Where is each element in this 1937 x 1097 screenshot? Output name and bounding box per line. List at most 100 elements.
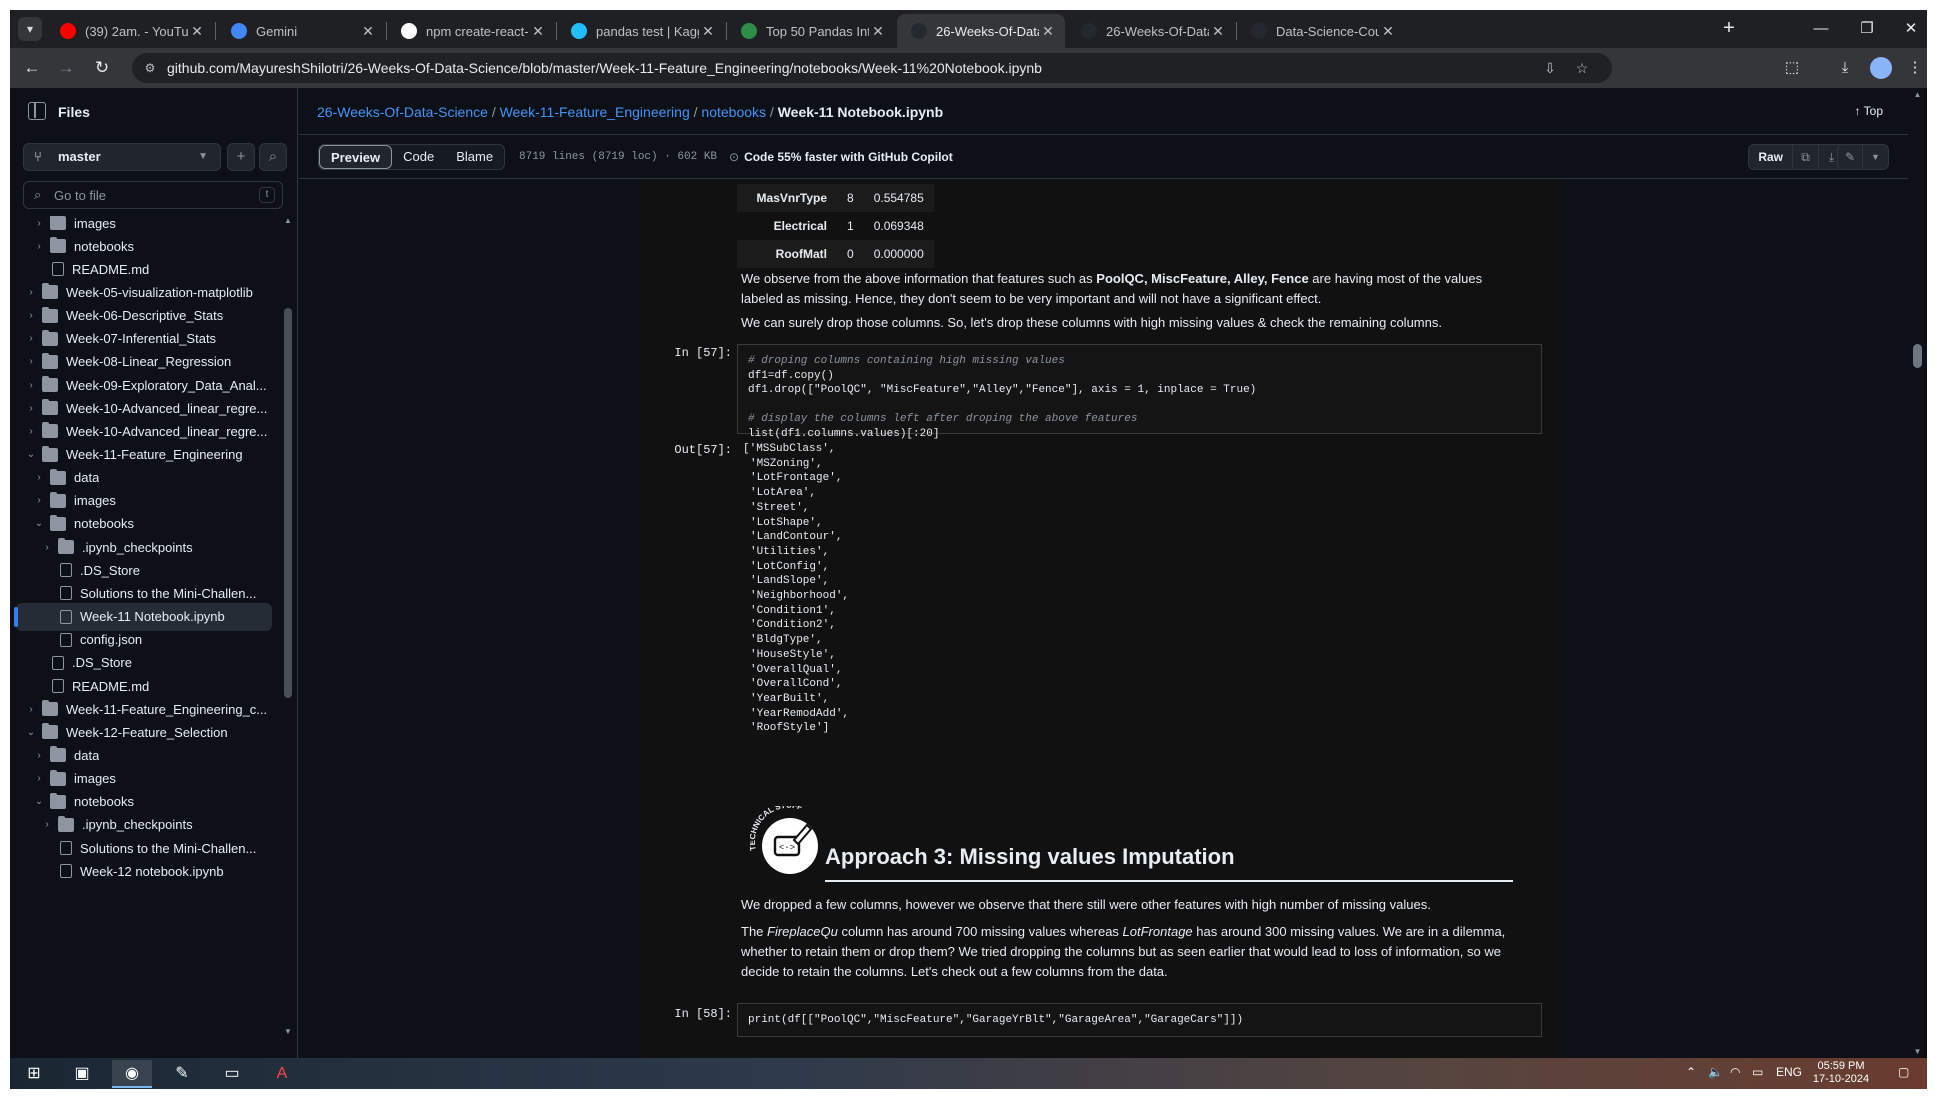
close-tab-icon[interactable]: ✕ xyxy=(1039,23,1057,40)
scroll-down-icon[interactable]: ▼ xyxy=(1908,1047,1927,1056)
forward-icon[interactable]: → xyxy=(54,56,78,80)
browser-tab[interactable]: pandas test | Kaggle✕ xyxy=(557,14,725,48)
close-tab-icon[interactable]: ✕ xyxy=(529,23,547,40)
task-view-icon[interactable]: ▣ xyxy=(62,1060,102,1088)
browser-tab[interactable]: Data-Science-Course/top✕ xyxy=(1237,14,1405,48)
chevron-up-icon[interactable]: ⌃ xyxy=(1686,1065,1696,1079)
raw-button[interactable]: Raw xyxy=(1748,144,1793,170)
site-info-icon[interactable]: ⚙ xyxy=(142,60,158,76)
windows-start-icon[interactable]: ⊞ xyxy=(14,1060,54,1088)
chrome-taskbar-icon[interactable]: ◉ xyxy=(112,1060,152,1088)
install-app-icon[interactable]: ⇩ xyxy=(1540,58,1560,78)
language-indicator[interactable]: ENG xyxy=(1776,1065,1802,1079)
breadcrumb-repo[interactable]: 26-Weeks-Of-Data-Science xyxy=(317,104,488,120)
scroll-up-icon[interactable]: ▲ xyxy=(1908,90,1927,99)
browser-tab[interactable]: npm create-react-app - G✕ xyxy=(387,14,555,48)
browser-tab[interactable]: Top 50 Pandas Interview (✕ xyxy=(727,14,895,48)
chevron-down-icon[interactable]: ▼ xyxy=(1863,144,1889,170)
chevron-right-icon[interactable]: › xyxy=(40,542,54,553)
page-scrollbar[interactable]: ▲ ▼ xyxy=(1908,88,1927,1058)
chevron-right-icon[interactable]: › xyxy=(32,773,46,784)
scroll-down-icon[interactable]: ▼ xyxy=(282,1027,294,1036)
tab-code[interactable]: Code xyxy=(392,145,445,169)
acrobat-taskbar-icon[interactable]: A xyxy=(262,1060,302,1088)
table-cell: 0.000000 xyxy=(863,240,934,268)
chevron-right-icon[interactable]: › xyxy=(32,750,46,761)
go-to-file-field[interactable]: ⌕ t xyxy=(23,181,283,209)
notification-icon[interactable]: ▢ xyxy=(1898,1065,1909,1079)
new-tab-button[interactable]: + xyxy=(1716,16,1742,42)
go-to-file-input[interactable] xyxy=(54,186,244,204)
scrollbar-thumb[interactable] xyxy=(1913,344,1922,368)
tab-blame[interactable]: Blame xyxy=(445,145,504,169)
close-window-button[interactable]: ✕ xyxy=(1888,16,1927,42)
chevron-right-icon[interactable]: › xyxy=(32,241,46,252)
network-icon[interactable]: ◠ xyxy=(1730,1065,1740,1079)
browser-tab[interactable]: 26-Weeks-Of-Data-Scienc✕ xyxy=(897,14,1065,48)
windows-taskbar: ⊞ ▣ ◉ ✎ ▭ A ⌃ 🔈 ◠ ▭ ENG 05:59 PM 17-10-2… xyxy=(10,1058,1927,1089)
volume-icon[interactable]: 🔈 xyxy=(1708,1065,1723,1079)
chevron-down-icon[interactable]: ⌄ xyxy=(24,449,38,460)
chevron-right-icon[interactable]: › xyxy=(24,403,38,414)
copy-icon[interactable]: ⧉ xyxy=(1793,144,1819,170)
bookmark-star-icon[interactable]: ☆ xyxy=(1572,58,1592,78)
chevron-right-icon[interactable]: › xyxy=(24,287,38,298)
copilot-promo[interactable]: ⊙ Code 55% faster with GitHub Copilot xyxy=(729,150,953,164)
notepad-taskbar-icon[interactable]: ✎ xyxy=(162,1060,202,1088)
tab-search-button[interactable]: ▾ xyxy=(18,17,42,41)
chevron-right-icon[interactable]: › xyxy=(24,333,38,344)
restore-button[interactable]: ❐ xyxy=(1844,16,1890,42)
browser-tab[interactable]: 26-Weeks-Of-Data-Scienc✕ xyxy=(1067,14,1235,48)
breadcrumb-folder[interactable]: Week-11-Feature_Engineering xyxy=(500,104,690,120)
chevron-right-icon[interactable]: › xyxy=(24,310,38,321)
branch-selector[interactable]: ⑂ master ▼ xyxy=(23,143,221,171)
search-files-button[interactable]: ⌕ xyxy=(259,143,287,171)
breadcrumb-subfolder[interactable]: notebooks xyxy=(701,104,766,120)
folder-icon xyxy=(50,514,66,531)
code-cell[interactable]: # droping columns containing high missin… xyxy=(737,344,1542,440)
add-file-button[interactable]: + xyxy=(227,143,255,171)
chevron-right-icon[interactable]: › xyxy=(24,356,38,367)
system-clock[interactable]: 05:59 PM 17-10-2024 xyxy=(1806,1060,1876,1086)
close-tab-icon[interactable]: ✕ xyxy=(699,23,717,40)
tab-preview[interactable]: Preview xyxy=(319,145,393,169)
chevron-down-icon[interactable]: ⌄ xyxy=(32,796,46,807)
close-tab-icon[interactable]: ✕ xyxy=(188,23,206,40)
browser-tab[interactable]: Gemini ✕ xyxy=(217,14,385,48)
file-explorer-icon[interactable]: ▭ xyxy=(212,1060,252,1088)
collapse-sidebar-icon[interactable] xyxy=(28,102,46,120)
close-tab-icon[interactable]: ✕ xyxy=(1209,23,1227,40)
file-tree-sidebar: Files ⑂ master ▼ + ⌕ ⌕ t › images › noteboo… xyxy=(10,88,298,1058)
close-tab-icon[interactable]: ✕ xyxy=(1379,23,1397,40)
sidebar-scrollbar[interactable]: ▲ ▼ xyxy=(282,216,294,1036)
chevron-right-icon[interactable]: › xyxy=(32,472,46,483)
table-cell: 0 xyxy=(837,240,864,268)
scrollbar-thumb[interactable] xyxy=(284,308,292,698)
chevron-right-icon[interactable]: › xyxy=(24,426,38,437)
battery-icon[interactable]: ▭ xyxy=(1752,1065,1763,1079)
extensions-icon[interactable]: ⬚ xyxy=(1780,56,1804,80)
file-actions: Raw ⧉ ⤓ xyxy=(1748,144,1845,170)
close-tab-icon[interactable]: ✕ xyxy=(869,23,887,40)
code-cell[interactable]: print(df[["PoolQC","MiscFeature","Garage… xyxy=(737,1003,1542,1037)
chevron-right-icon[interactable]: › xyxy=(24,704,38,715)
chrome-menu-icon[interactable]: ⋮ xyxy=(1903,56,1927,80)
back-to-top-link[interactable]: ↑ Top xyxy=(1855,104,1883,118)
scroll-up-icon[interactable]: ▲ xyxy=(282,216,294,225)
chevron-right-icon[interactable]: › xyxy=(40,819,54,830)
tree-file[interactable]: Week-12 notebook.ipynb xyxy=(16,857,272,885)
reload-icon[interactable]: ↻ xyxy=(90,56,114,80)
back-icon[interactable]: ← xyxy=(20,56,44,80)
chevron-right-icon[interactable]: › xyxy=(32,495,46,506)
chevron-right-icon[interactable]: › xyxy=(24,380,38,391)
close-tab-icon[interactable]: ✕ xyxy=(359,23,377,40)
chevron-down-icon[interactable]: ⌄ xyxy=(24,727,38,738)
minimize-button[interactable]: — xyxy=(1798,16,1844,42)
chevron-right-icon[interactable]: › xyxy=(32,218,46,229)
pencil-icon[interactable]: ✎ xyxy=(1837,144,1863,170)
address-bar[interactable]: ⚙ github.com/MayureshShilotri/26-Weeks-O… xyxy=(132,53,1612,83)
profile-avatar[interactable] xyxy=(1870,57,1892,79)
downloads-icon[interactable]: ⤓ xyxy=(1833,56,1857,80)
chevron-down-icon[interactable]: ⌄ xyxy=(32,518,46,529)
browser-tab[interactable]: (39) 2am. - YouTube✕ xyxy=(46,14,214,48)
